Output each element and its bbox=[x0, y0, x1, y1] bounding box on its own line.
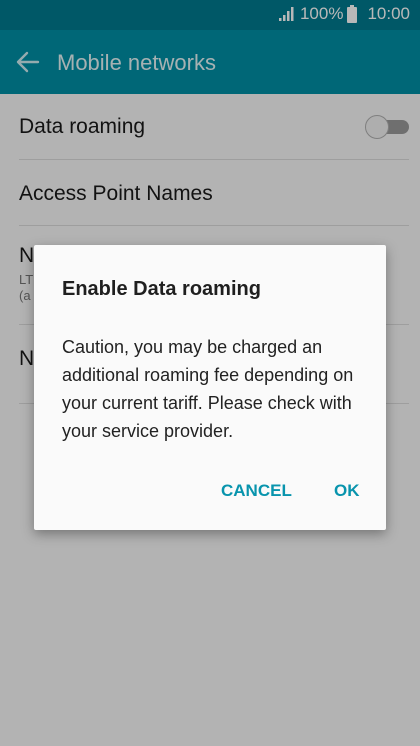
dialog-title: Enable Data roaming bbox=[62, 278, 261, 300]
dialog-message: Caution, you may be charged an additiona… bbox=[62, 337, 354, 441]
mobile-networks-screen: 100% 10:00 Mobile networks Data roaming bbox=[0, 0, 420, 746]
enable-data-roaming-dialog: Enable Data roaming Caution, you may be … bbox=[34, 245, 386, 530]
cancel-button[interactable]: CANCEL bbox=[221, 481, 292, 501]
ok-button[interactable]: OK bbox=[334, 481, 360, 501]
